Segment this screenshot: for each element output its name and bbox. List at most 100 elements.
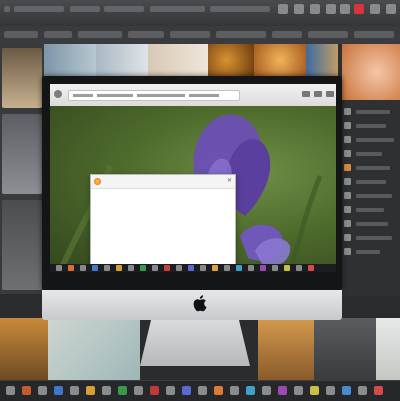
taskbar-icon[interactable] <box>358 386 367 395</box>
taskbar-icon[interactable] <box>198 386 207 395</box>
photo-thumbnail[interactable] <box>96 44 148 76</box>
tool-icon[interactable] <box>310 4 320 14</box>
taskbar-icon[interactable] <box>140 265 146 271</box>
layer-row[interactable] <box>356 110 390 114</box>
tool-icon[interactable] <box>386 4 396 14</box>
taskbar-icon[interactable] <box>80 265 86 271</box>
option-chip[interactable] <box>128 31 164 38</box>
taskbar-icon[interactable] <box>86 386 95 395</box>
tool-icon[interactable] <box>294 4 304 14</box>
taskbar-icon[interactable] <box>188 265 194 271</box>
layer-row[interactable] <box>356 194 392 198</box>
layer-icon[interactable] <box>344 234 351 241</box>
tool-icon[interactable] <box>278 4 288 14</box>
taskbar-icon[interactable] <box>182 386 191 395</box>
photo-thumbnail[interactable] <box>2 114 42 194</box>
close-icon[interactable]: ✕ <box>227 177 232 185</box>
layer-row[interactable] <box>356 180 386 184</box>
option-chip[interactable] <box>44 31 72 38</box>
photo-thumbnail[interactable] <box>342 44 400 100</box>
taskbar-icon[interactable] <box>150 386 159 395</box>
taskbar-icon[interactable] <box>212 265 218 271</box>
layer-icon[interactable] <box>344 164 351 171</box>
tool-icon[interactable] <box>326 4 336 14</box>
taskbar-icon[interactable] <box>22 386 31 395</box>
layer-icon[interactable] <box>344 150 351 157</box>
option-chip[interactable] <box>78 31 122 38</box>
menu-stub[interactable] <box>14 6 64 12</box>
taskbar-icon[interactable] <box>308 265 314 271</box>
taskbar-icon[interactable] <box>272 265 278 271</box>
menu-stub[interactable] <box>4 6 10 12</box>
layer-row[interactable] <box>356 250 380 254</box>
taskbar-icon[interactable] <box>6 386 15 395</box>
taskbar-icon[interactable] <box>128 265 134 271</box>
photo-thumbnail[interactable] <box>258 318 314 380</box>
photo-thumbnail[interactable] <box>2 48 42 108</box>
taskbar-icon[interactable] <box>56 265 62 271</box>
layer-icon[interactable] <box>344 108 351 115</box>
maximize-icon[interactable] <box>314 91 322 97</box>
taskbar-icon[interactable] <box>164 265 170 271</box>
layer-icon[interactable] <box>344 248 351 255</box>
photo-thumbnail[interactable] <box>254 44 306 76</box>
layer-row[interactable] <box>356 222 388 226</box>
layer-row[interactable] <box>356 152 382 156</box>
taskbar-icon[interactable] <box>70 386 79 395</box>
taskbar-icon[interactable] <box>200 265 206 271</box>
taskbar-icon[interactable] <box>248 265 254 271</box>
layer-row[interactable] <box>356 236 392 240</box>
taskbar-icon[interactable] <box>260 265 266 271</box>
photo-thumbnail[interactable] <box>148 44 208 76</box>
layer-icon[interactable] <box>344 136 351 143</box>
taskbar-icon[interactable] <box>152 265 158 271</box>
close-icon[interactable] <box>354 4 364 14</box>
layer-icon[interactable] <box>344 206 351 213</box>
layer-row[interactable] <box>356 166 390 170</box>
tool-icon[interactable] <box>370 4 380 14</box>
tool-icon[interactable] <box>340 4 350 14</box>
menu-stub[interactable] <box>70 6 100 12</box>
close-icon[interactable] <box>326 91 334 97</box>
minimize-icon[interactable] <box>302 91 310 97</box>
taskbar-icon[interactable] <box>38 386 47 395</box>
address-bar[interactable] <box>68 90 240 101</box>
taskbar-icon[interactable] <box>342 386 351 395</box>
taskbar-icon[interactable] <box>262 386 271 395</box>
taskbar-icon[interactable] <box>68 265 74 271</box>
menu-stub[interactable] <box>210 6 270 12</box>
taskbar-icon[interactable] <box>104 265 110 271</box>
taskbar-icon[interactable] <box>246 386 255 395</box>
layer-row[interactable] <box>356 208 384 212</box>
taskbar-icon[interactable] <box>224 265 230 271</box>
taskbar-icon[interactable] <box>54 386 63 395</box>
layer-icon[interactable] <box>344 122 351 129</box>
photo-thumbnail[interactable] <box>2 200 42 290</box>
taskbar-icon[interactable] <box>230 386 239 395</box>
photo-thumbnail[interactable] <box>44 44 96 76</box>
taskbar-icon[interactable] <box>310 386 319 395</box>
option-chip[interactable] <box>272 31 302 38</box>
photo-thumbnail[interactable] <box>48 318 140 380</box>
photo-thumbnail[interactable] <box>314 318 376 380</box>
taskbar-icon[interactable] <box>134 386 143 395</box>
option-chip[interactable] <box>308 31 348 38</box>
taskbar-icon[interactable] <box>118 386 127 395</box>
photo-thumbnail[interactable] <box>306 44 340 76</box>
taskbar-icon[interactable] <box>92 265 98 271</box>
taskbar-icon[interactable] <box>236 265 242 271</box>
taskbar-icon[interactable] <box>284 265 290 271</box>
option-chip[interactable] <box>216 31 266 38</box>
taskbar-icon[interactable] <box>278 386 287 395</box>
layer-icon[interactable] <box>344 192 351 199</box>
taskbar-icon[interactable] <box>296 265 302 271</box>
taskbar-icon[interactable] <box>326 386 335 395</box>
taskbar-icon[interactable] <box>374 386 383 395</box>
menu-stub[interactable] <box>104 6 144 12</box>
taskbar-icon[interactable] <box>294 386 303 395</box>
back-icon[interactable] <box>54 90 62 98</box>
menu-stub[interactable] <box>150 6 205 12</box>
layer-row[interactable] <box>356 124 386 128</box>
taskbar-icon[interactable] <box>116 265 122 271</box>
taskbar-icon[interactable] <box>176 265 182 271</box>
